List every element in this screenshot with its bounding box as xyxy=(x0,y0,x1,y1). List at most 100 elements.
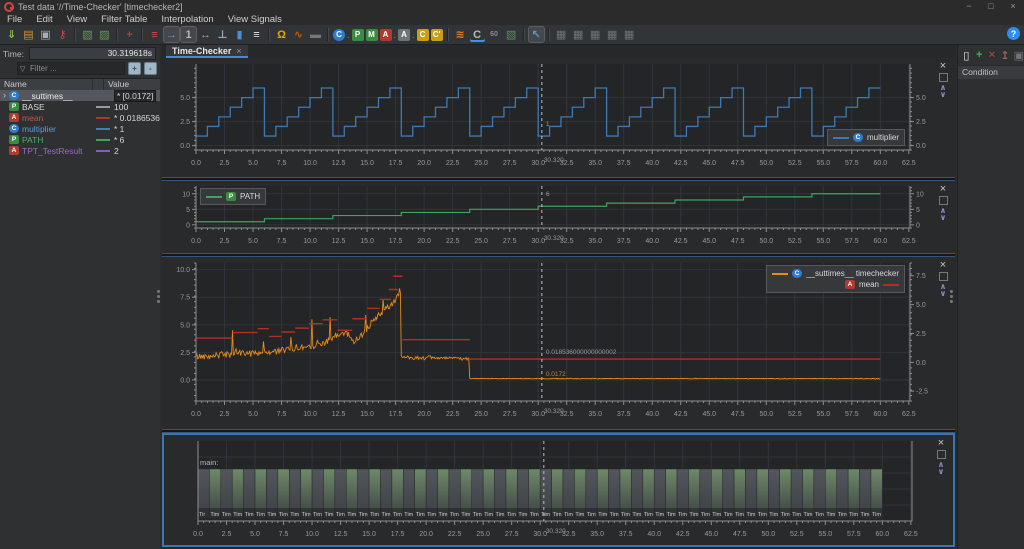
time-cursor-icon[interactable]: ▮ xyxy=(232,27,247,42)
delete-condition-icon[interactable]: × xyxy=(988,49,997,62)
svg-text:25.0: 25.0 xyxy=(474,238,488,245)
menu-view[interactable]: View xyxy=(60,14,94,25)
expander-icon[interactable]: › xyxy=(0,91,9,100)
bar-label: Tim xyxy=(347,512,356,518)
plot-canvas[interactable]: 0.02.55.07.510.012.515.017.520.022.525.0… xyxy=(162,181,955,253)
move-plot-down-icon[interactable]: ∨ xyxy=(938,468,945,475)
table-view-3-icon[interactable]: ▦ xyxy=(588,27,603,42)
minimize-button[interactable]: − xyxy=(958,0,980,13)
plot-panel-timeline[interactable]: TirTimTimTimTimTimTimTimTimTimTimTimTimT… xyxy=(162,433,955,547)
close-plot-icon[interactable]: × xyxy=(940,61,946,71)
maximize-plot-icon[interactable] xyxy=(937,450,946,459)
table-view-1-icon[interactable]: ▦ xyxy=(554,27,569,42)
tab-time-checker[interactable]: Time-Checker × xyxy=(166,45,248,58)
fit-width-icon[interactable]: ↔ xyxy=(198,27,213,42)
c-underlined-icon[interactable]: C xyxy=(470,27,485,42)
badge-c2-yellow-icon[interactable]: C' xyxy=(431,29,443,41)
close-plot-icon[interactable]: × xyxy=(940,260,946,270)
pointer-mode-icon[interactable]: ↖ xyxy=(529,27,544,42)
collapse-all-button[interactable]: - xyxy=(144,62,157,75)
table-row-base[interactable]: PBASE100 xyxy=(0,101,160,112)
svg-text:17.5: 17.5 xyxy=(389,238,403,245)
menu-view-signals[interactable]: View Signals xyxy=(221,14,289,25)
plot-panel-path[interactable]: 0.02.55.07.510.012.515.017.520.022.525.0… xyxy=(162,181,955,253)
fit-crosshair-icon[interactable]: + xyxy=(122,27,137,42)
filled-box-icon[interactable]: ▬ xyxy=(308,27,323,42)
menu-filter-table[interactable]: Filter Table xyxy=(94,14,154,25)
left-splitter-handle[interactable] xyxy=(157,290,160,293)
time-field[interactable]: 30.319618s xyxy=(29,47,156,60)
menu-edit[interactable]: Edit xyxy=(29,14,59,25)
step-one-icon[interactable]: 1 xyxy=(181,27,196,42)
table-row-tpttestresult[interactable]: ATPT_TestResult2 xyxy=(0,145,160,156)
table-row-mean[interactable]: Amean* 0.0186536000... xyxy=(0,112,160,123)
lock-icon[interactable]: Ω xyxy=(274,27,289,42)
thumbnail-icon[interactable]: ▧ xyxy=(504,27,519,42)
plot-legend[interactable]: C__suttimes__ timecheckerAmean xyxy=(766,265,905,293)
bar-label: Tim xyxy=(792,512,801,518)
svg-text:0.0: 0.0 xyxy=(191,411,201,418)
split-view-icon[interactable]: ⊥ xyxy=(215,27,230,42)
table-view-4-icon[interactable]: ▦ xyxy=(605,27,620,42)
plot-canvas[interactable]: 0.02.55.07.510.012.515.017.520.022.525.0… xyxy=(162,58,955,177)
save-condition-icon[interactable]: ▣ xyxy=(1014,49,1024,62)
import-condition-icon[interactable]: ↥ xyxy=(1000,49,1009,62)
badge-c-yellow-icon[interactable]: C xyxy=(417,29,429,41)
table-row-suttimes[interactable]: ›C__suttimes__* [0.0172] xyxy=(0,90,160,101)
help-icon[interactable]: ? xyxy=(1007,27,1020,40)
maximize-plot-icon[interactable] xyxy=(939,196,948,205)
play-forward-icon[interactable]: → xyxy=(164,27,179,42)
table-row-path[interactable]: PPATH* 6 xyxy=(0,134,160,145)
menu-interpolation[interactable]: Interpolation xyxy=(154,14,220,25)
filter-input[interactable]: Filter ... xyxy=(17,62,125,75)
maximize-button[interactable]: □ xyxy=(980,0,1002,13)
plot-canvas[interactable]: TirTimTimTimTimTimTimTimTimTimTimTimTimT… xyxy=(164,435,957,545)
export-image-icon[interactable]: ▧ xyxy=(80,27,95,42)
toolbar-dot: . xyxy=(394,30,397,40)
sixty-icon[interactable]: 60 xyxy=(487,27,502,42)
move-plot-down-icon[interactable]: ∨ xyxy=(940,214,947,221)
expand-all-button[interactable]: + xyxy=(128,62,141,75)
bar-label: Tim xyxy=(712,512,721,518)
maximize-plot-icon[interactable] xyxy=(939,272,948,281)
plot-legend[interactable]: Cmultiplier xyxy=(827,129,905,146)
close-plot-icon[interactable]: × xyxy=(940,184,946,194)
move-plot-down-icon[interactable]: ∨ xyxy=(940,290,947,297)
cursor-value-label: 0.0172 xyxy=(546,371,566,378)
table-view-5-icon[interactable]: ▦ xyxy=(622,27,637,42)
table-view-2-icon[interactable]: ▦ xyxy=(571,27,586,42)
new-condition-icon[interactable]: ▯ xyxy=(962,49,971,62)
bezier-curve-icon[interactable]: ∿ xyxy=(291,27,306,42)
tab-close-icon[interactable]: × xyxy=(236,46,241,56)
right-splitter-handle[interactable] xyxy=(950,290,953,293)
badge-c-blue-icon[interactable]: C xyxy=(333,29,345,41)
save-icon[interactable]: ▣ xyxy=(38,27,53,42)
close-plot-icon[interactable]: × xyxy=(938,438,944,448)
toolbar-separator xyxy=(327,28,329,41)
close-button[interactable]: × xyxy=(1002,0,1024,13)
menu-file[interactable]: File xyxy=(0,14,29,25)
open-folder-icon[interactable]: ▤ xyxy=(21,27,36,42)
maximize-plot-icon[interactable] xyxy=(939,73,948,82)
plot-legend[interactable]: PPATH xyxy=(200,188,266,205)
badge-p-green-icon[interactable]: P xyxy=(352,29,364,41)
table-row-multiplier[interactable]: Cmultiplier* 1 xyxy=(0,123,160,134)
colored-signals-icon[interactable]: ≋ xyxy=(453,27,468,42)
export-image-alt-icon[interactable]: ▨ xyxy=(97,27,112,42)
svg-text:55.0: 55.0 xyxy=(817,160,831,167)
move-plot-down-icon[interactable]: ∨ xyxy=(940,91,947,98)
condition-list[interactable] xyxy=(958,79,1024,549)
badge-a-red-icon[interactable]: A xyxy=(380,29,392,41)
plot-panel-suttimes[interactable]: 0.02.55.07.510.012.515.017.520.022.525.0… xyxy=(162,257,955,429)
badge-m-green-icon[interactable]: M xyxy=(366,29,378,41)
badge-a-gray-icon[interactable]: A xyxy=(398,29,410,41)
svg-text:7.5: 7.5 xyxy=(277,160,287,167)
svg-text:10: 10 xyxy=(182,191,190,198)
import-data-icon[interactable]: ⇓ xyxy=(4,27,19,42)
key-icon[interactable]: ⚷ xyxy=(55,27,70,42)
add-condition-icon[interactable]: + xyxy=(975,49,984,62)
svg-text:2.5: 2.5 xyxy=(916,119,926,126)
signal-list-icon[interactable]: ≡ xyxy=(147,27,162,42)
plot-panel-multiplier[interactable]: 0.02.55.07.510.012.515.017.520.022.525.0… xyxy=(162,58,955,177)
view-list-icon[interactable]: ≡ xyxy=(249,27,264,42)
